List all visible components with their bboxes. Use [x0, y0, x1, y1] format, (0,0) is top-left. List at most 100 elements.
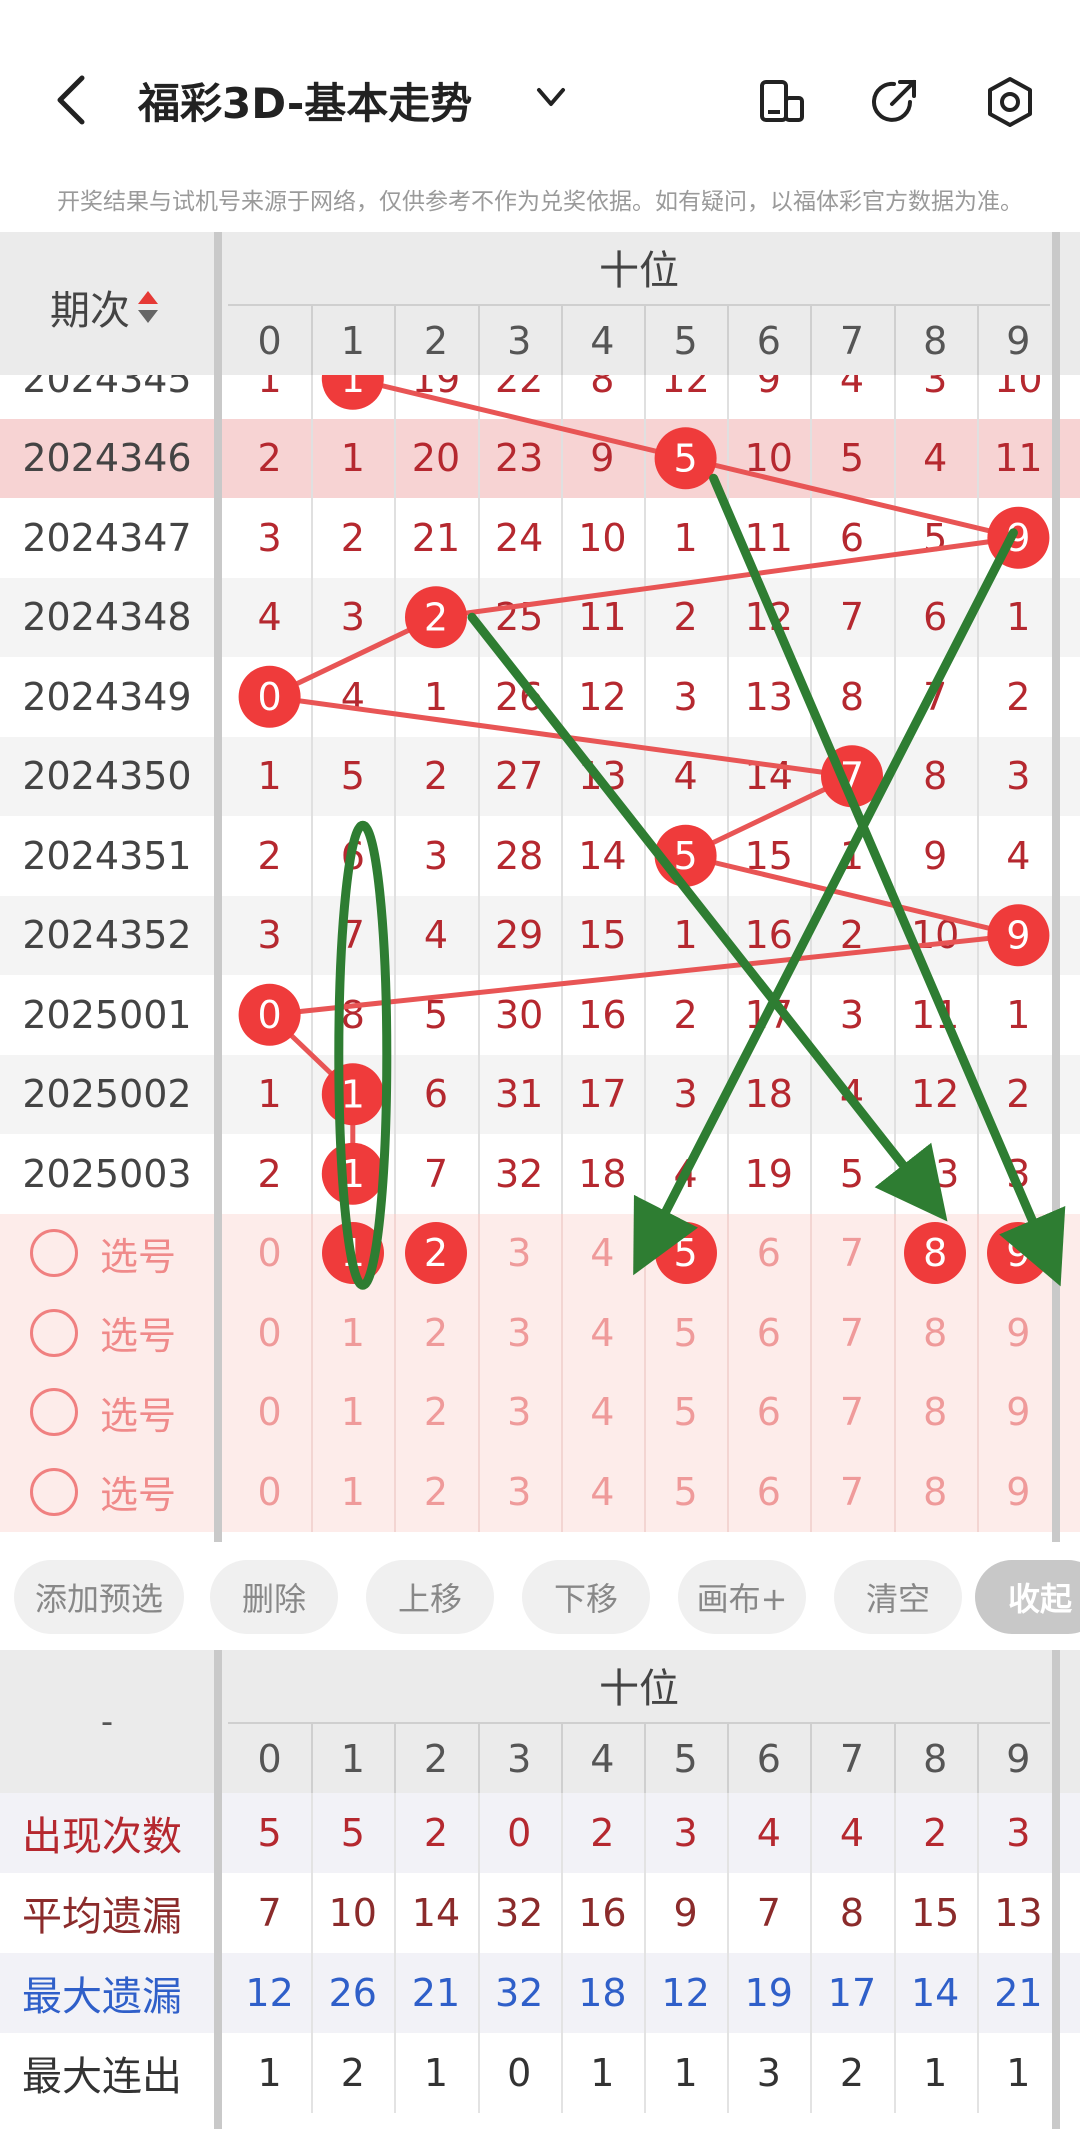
stats-group-header: 十位 — [599, 1666, 679, 1712]
stats-value: 16 — [578, 1891, 627, 1935]
hit-ball-digit: 9 — [1006, 913, 1030, 957]
hit-ball-digit: 0 — [258, 675, 282, 719]
stats-digit-header: 0 — [257, 1736, 282, 1781]
stats-digit-header: 1 — [340, 1736, 365, 1781]
canvas-add-button[interactable]: 画布+ — [678, 1560, 806, 1634]
column-divider — [311, 1724, 314, 1793]
app-header: 福彩3D-基本走势 — [0, 0, 1080, 170]
stats-label: 平均遗漏 — [22, 1894, 182, 1940]
stats-value: 12 — [661, 1971, 710, 2015]
stats-row: 最大遗漏 12 26 21 32 18 12 19 17 14 21 — [0, 1953, 1080, 2033]
stats-corner: - — [100, 1701, 114, 1742]
hit-ball-digit: 0 — [258, 993, 282, 1037]
disclaimer-text: 开奖结果与试机号来源于网络，仅供参考不作为兑奖依据。如有疑问，以福体彩官方数据为… — [57, 189, 1023, 215]
chevron-down-icon[interactable] — [535, 86, 567, 110]
stats-value: 2 — [340, 2051, 365, 2095]
annotation-arrow — [633, 528, 1018, 1276]
stats-value: 10 — [328, 1891, 377, 1935]
column-divider — [893, 1724, 896, 1793]
stats-value: 21 — [411, 1971, 461, 2015]
stats-value: 32 — [495, 1971, 544, 2015]
stats-value: 1 — [923, 2051, 948, 2095]
back-arrow-icon[interactable] — [52, 72, 88, 128]
move-up-button[interactable]: 上移 — [366, 1560, 494, 1634]
hit-ball-digit: 1 — [341, 357, 365, 401]
column-divider — [394, 1724, 397, 1793]
stats-value: 4 — [839, 1811, 865, 1855]
column-separator — [214, 1650, 222, 2129]
delete-button[interactable]: 删除 — [210, 1560, 338, 1634]
annotation-arrow — [467, 612, 948, 1222]
stats-value: 2 — [923, 1811, 948, 1855]
trend-line — [352, 376, 687, 461]
move-down-button[interactable]: 下移 — [522, 1560, 650, 1634]
stats-digit-header: 4 — [590, 1736, 615, 1781]
stats-value: 2 — [839, 2051, 865, 2095]
stats-value: 0 — [507, 1811, 532, 1855]
column-divider — [560, 1724, 563, 1793]
stats-label: 最大连出 — [22, 2054, 182, 2100]
stats-value: 1 — [423, 2051, 449, 2095]
stats-row: 出现次数 5 5 2 0 2 3 4 4 2 3 — [0, 1793, 1080, 1873]
page-title[interactable]: 福彩3D-基本走势 — [138, 70, 472, 131]
layout-switch-icon[interactable] — [758, 78, 806, 126]
stats-value: 32 — [495, 1891, 544, 1935]
stats-label: 出现次数 — [22, 1814, 182, 1860]
stats-value: 21 — [994, 1971, 1043, 2015]
stats-digit-header: 9 — [1006, 1736, 1031, 1781]
stats-digit-header: 7 — [839, 1736, 865, 1781]
stats-value: 15 — [911, 1891, 960, 1935]
settings-icon[interactable] — [986, 76, 1034, 128]
column-separator — [1052, 1650, 1060, 2129]
stats-value: 12 — [245, 1971, 294, 2015]
trend-lines: 15920759011 — [238, 357, 1050, 1205]
stats-value: 2 — [423, 1811, 449, 1855]
column-divider — [644, 1724, 646, 1793]
stats-value: 18 — [578, 1971, 627, 2015]
stats-value: 1 — [590, 2051, 615, 2095]
column-divider — [810, 1724, 813, 1793]
stats-value: 19 — [744, 1971, 793, 2015]
stats-value: 5 — [257, 1811, 282, 1855]
hit-ball-digit: 2 — [424, 595, 448, 639]
annotation-ellipse — [334, 820, 392, 1290]
stats-value: 1 — [257, 2051, 282, 2095]
stats-value: 7 — [257, 1891, 282, 1935]
stats-value: 3 — [1006, 1811, 1031, 1855]
stats-value: 26 — [328, 1971, 377, 2015]
stats-value: 7 — [756, 1891, 781, 1935]
stats-row: 最大连出 1 2 1 0 1 1 3 2 1 1 — [0, 2033, 1080, 2113]
stats-value: 14 — [911, 1971, 960, 2015]
column-divider — [976, 1724, 979, 1793]
stats-value: 1 — [1006, 2051, 1031, 2095]
stats-value: 3 — [673, 1811, 698, 1855]
column-divider — [477, 1724, 480, 1793]
trend-overlay: 15920759011 — [238, 357, 1066, 1290]
stats-value: 3 — [756, 2051, 781, 2095]
collapse-button[interactable]: 收起 — [975, 1560, 1080, 1634]
stats-value: 1 — [673, 2051, 698, 2095]
stats-value: 2 — [590, 1811, 615, 1855]
trend-line — [685, 853, 1019, 938]
add-preselect-button[interactable]: 添加预选 — [14, 1560, 184, 1634]
trend-table: 期次 十位 0123456789 2024345 1 19 22 8 12 9 4 3 10 202… — [0, 232, 1080, 1542]
stats-digit-header: 3 — [507, 1736, 532, 1781]
share-icon[interactable] — [870, 76, 920, 126]
stats-value: 0 — [507, 2051, 532, 2095]
stats-digit-header: 6 — [756, 1736, 781, 1781]
stats-value: 9 — [673, 1891, 698, 1935]
stats-value: 5 — [340, 1811, 365, 1855]
clear-button[interactable]: 清空 — [834, 1560, 962, 1634]
stats-value: 14 — [411, 1891, 461, 1935]
stats-label: 最大遗漏 — [22, 1974, 182, 2020]
stats-value: 13 — [994, 1891, 1043, 1935]
stats-row: 平均遗漏 7 10 14 32 16 9 7 8 15 13 — [0, 1873, 1080, 1953]
stats-value: 4 — [756, 1811, 781, 1855]
stats-table: - 十位 0123456789 出现次数 5 5 2 0 2 3 4 4 2 3 平均遗漏 7 10 14 3… — [0, 1650, 1080, 2129]
hit-ball-digit: 5 — [674, 436, 698, 480]
stats-value: 17 — [827, 1971, 877, 2015]
stats-value: 8 — [839, 1891, 865, 1935]
column-divider — [727, 1724, 730, 1793]
stats-digit-header: 5 — [673, 1736, 698, 1781]
stats-digit-header: 2 — [423, 1736, 449, 1781]
